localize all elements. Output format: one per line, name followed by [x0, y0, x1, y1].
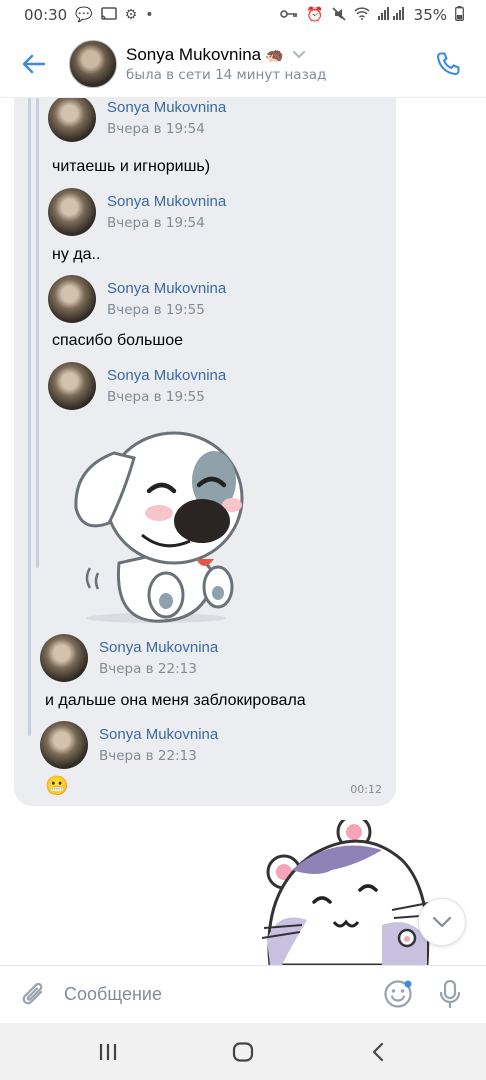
message-time: Вчера в 19:54: [107, 215, 205, 231]
sender-name[interactable]: Sonya Mukovnina: [107, 280, 226, 297]
emoji-button[interactable]: [378, 974, 418, 1014]
message-text: спасибо большое: [52, 332, 184, 349]
contact-name: Sonya Mukovnina: [126, 44, 262, 64]
hedgehog-emoji: 🦔: [265, 45, 284, 64]
sender-avatar[interactable]: [48, 362, 96, 410]
message-time: Вчера в 22:13: [99, 661, 197, 677]
chevron-down-icon: [432, 916, 452, 928]
vk-chat-screen: 00:30 💬 ⚙ • ⏰ 35% Sonya Mukovnina 🦔 была…: [0, 0, 486, 1080]
forwarded-message: Sonya Mukovnina Вчера в 22:13: [40, 634, 218, 682]
message-time: Вчера в 19:55: [107, 389, 205, 405]
sender-name[interactable]: Sonya Mukovnina: [99, 639, 218, 656]
dot-icon: •: [145, 7, 154, 23]
forward-indicator-line: [28, 98, 31, 736]
system-navigation-bar: [0, 1023, 486, 1080]
chat-history[interactable]: Sonya Mukovnina Вчера в 19:54 читаешь и …: [0, 98, 486, 965]
chat-header: Sonya Mukovnina 🦔 была в сети 14 минут н…: [0, 30, 486, 98]
system-back-button[interactable]: [348, 1030, 408, 1074]
scroll-to-bottom-button[interactable]: [418, 898, 466, 946]
back-chevron-icon: [373, 1042, 384, 1061]
message-time: Вчера в 19:55: [107, 302, 205, 318]
bubble-timestamp: 00:12: [350, 783, 382, 796]
sender-avatar[interactable]: [40, 721, 88, 769]
hamster-sticker[interactable]: [262, 820, 452, 965]
forwarded-message: Sonya Mukovnina Вчера в 22:13: [40, 721, 218, 769]
home-icon: [232, 1041, 254, 1062]
message-text: читаешь и игноришь): [52, 158, 211, 175]
call-button[interactable]: [426, 42, 470, 86]
voice-message-button[interactable]: [430, 974, 470, 1014]
microphone-icon: [439, 979, 461, 1009]
message-input[interactable]: [64, 974, 364, 1015]
phone-icon: [436, 52, 460, 76]
signal-icon: [377, 7, 406, 23]
settings-gear-icon: ⚙: [124, 7, 138, 23]
message-time: Вчера в 22:13: [99, 748, 197, 764]
message-time: Вчера в 19:54: [107, 121, 205, 137]
sender-avatar[interactable]: [48, 98, 96, 142]
mute-icon: [332, 6, 346, 24]
attach-button[interactable]: [12, 973, 56, 1017]
sender-avatar[interactable]: [48, 275, 96, 323]
paperclip-icon: [22, 982, 43, 1004]
battery-percent: 35%: [413, 6, 447, 24]
forwarded-message: Sonya Mukovnina Вчера в 19:54: [48, 98, 226, 142]
sender-name[interactable]: Sonya Mukovnina: [107, 99, 226, 116]
recent-apps-icon: [99, 1043, 116, 1060]
sender-name[interactable]: Sonya Mukovnina: [99, 726, 218, 743]
forwarded-message: Sonya Mukovnina Вчера в 19:55: [48, 275, 226, 323]
wifi-icon: [354, 7, 370, 23]
arrow-left-icon: [22, 54, 46, 73]
status-bar: 00:30 💬 ⚙ • ⏰ 35%: [0, 0, 486, 30]
battery-icon: [455, 6, 464, 24]
sender-name[interactable]: Sonya Mukovnina: [107, 193, 226, 210]
message-bubble[interactable]: Sonya Mukovnina Вчера в 19:54 читаешь и …: [14, 98, 396, 806]
chat-notification-icon: 💬: [75, 7, 93, 23]
home-button[interactable]: [213, 1030, 273, 1074]
dog-sticker[interactable]: [64, 413, 249, 628]
back-button[interactable]: [12, 42, 56, 86]
contact-info[interactable]: Sonya Mukovnina 🦔 была в сети 14 минут н…: [126, 45, 326, 83]
smiley-icon: [384, 980, 412, 1008]
message-text: ну да..: [52, 246, 101, 263]
key-icon: [280, 8, 298, 22]
sender-avatar[interactable]: [48, 188, 96, 236]
status-time: 00:30: [24, 6, 68, 24]
forwarded-message: Sonya Mukovnina Вчера в 19:55: [48, 362, 226, 410]
last-seen-status: была в сети 14 минут назад: [126, 66, 327, 83]
forwarded-message: Sonya Mukovnina Вчера в 19:54: [48, 188, 226, 236]
message-composer: [0, 965, 486, 1023]
message-text: и дальше она меня заблокировала: [45, 692, 306, 709]
alarm-icon: ⏰: [306, 7, 324, 23]
grimace-emoji: 😬: [45, 776, 69, 797]
contact-avatar[interactable]: [69, 39, 117, 88]
sender-avatar[interactable]: [40, 634, 88, 682]
cast-icon: [100, 6, 117, 24]
nested-forward-indicator-line: [36, 98, 39, 568]
recent-apps-button[interactable]: [78, 1030, 138, 1074]
sender-name[interactable]: Sonya Mukovnina: [107, 367, 226, 384]
chevron-down-icon: [292, 50, 305, 58]
